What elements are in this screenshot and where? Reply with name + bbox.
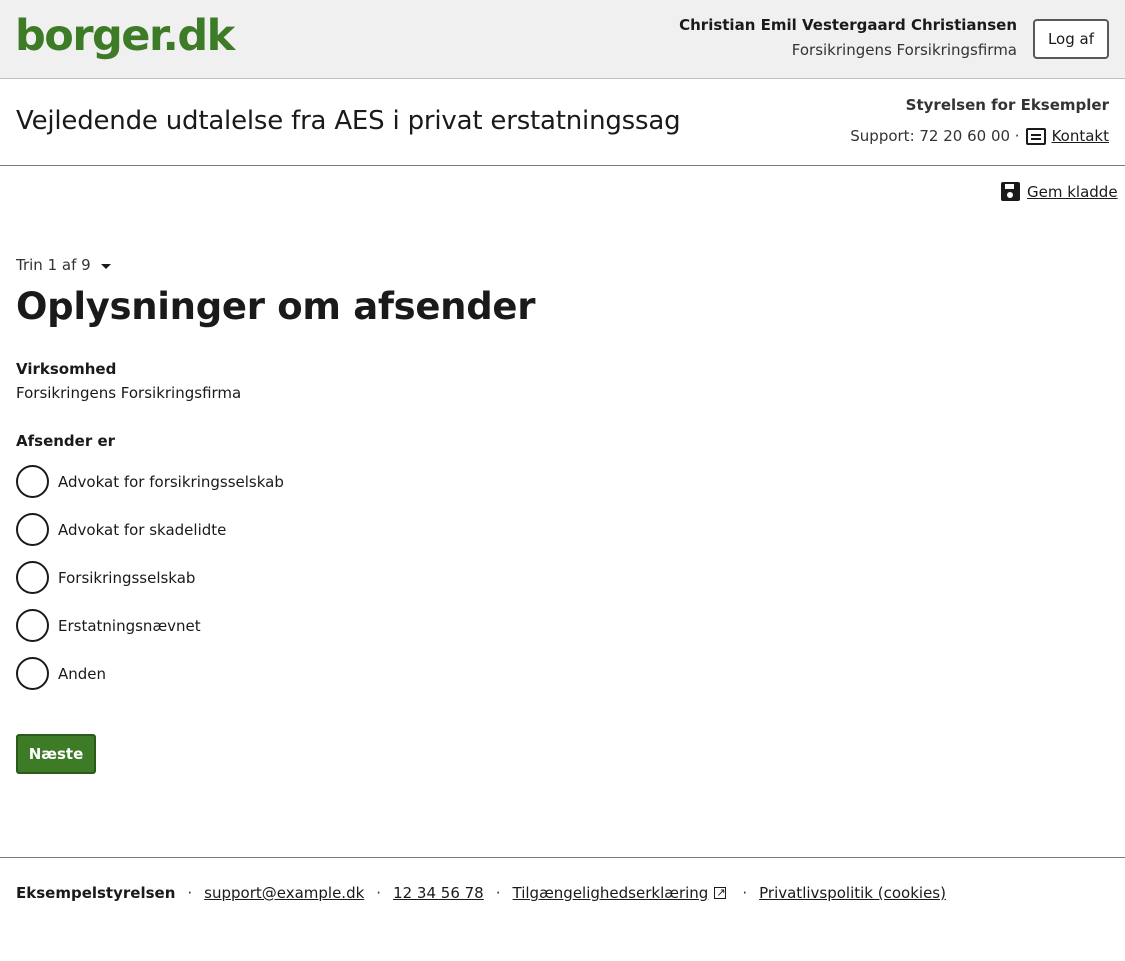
radio-option-insurance-company[interactable]: Forsikringsselskab bbox=[16, 561, 195, 594]
user-organization: Forsikringens Forsikringsfirma bbox=[791, 41, 1017, 59]
step-indicator[interactable]: Trin 1 af 9 bbox=[16, 254, 111, 276]
radio-button[interactable] bbox=[16, 609, 49, 642]
separator-dot: · bbox=[187, 884, 193, 902]
floppy-disk-icon bbox=[1001, 182, 1020, 201]
separator-dot: · bbox=[495, 884, 501, 902]
radio-option-compensation-board[interactable]: Erstatningsnævnet bbox=[16, 609, 201, 642]
radio-label[interactable]: Advokat for forsikringsselskab bbox=[58, 473, 284, 491]
radio-option-insurance-lawyer[interactable]: Advokat for forsikringsselskab bbox=[16, 465, 284, 498]
radio-label[interactable]: Forsikringsselskab bbox=[58, 569, 195, 587]
agency-name: Styrelsen for Eksempler bbox=[905, 96, 1109, 114]
company-label: Virksomhed bbox=[16, 360, 117, 378]
support-phone: Support: 72 20 60 00 · bbox=[850, 127, 1020, 145]
contact-form-icon bbox=[1025, 127, 1046, 145]
company-value: Forsikringens Forsikringsfirma bbox=[16, 384, 242, 402]
title-bar: Vejledende udtalelse fra AES i privat er… bbox=[0, 79, 1125, 166]
privacy-link[interactable]: Privatlivspolitik (cookies) bbox=[759, 882, 946, 904]
radio-button[interactable] bbox=[16, 657, 49, 690]
caret-down-icon[interactable] bbox=[100, 263, 111, 269]
logout-button[interactable]: Log af bbox=[1033, 19, 1109, 59]
radio-label[interactable]: Anden bbox=[58, 665, 106, 683]
section-title: Oplysninger om afsender bbox=[16, 285, 536, 328]
top-header: borger.dk Christian Emil Vestergaard Chr… bbox=[0, 0, 1125, 79]
borger-logo[interactable]: borger.dk bbox=[15, 9, 235, 63]
user-name: Christian Emil Vestergaard Christiansen bbox=[679, 16, 1017, 34]
contact-link[interactable]: Kontakt bbox=[1052, 125, 1109, 147]
support-line: Support: 72 20 60 00 · Kontakt bbox=[850, 125, 1109, 147]
footer-organization: Eksempelstyrelsen bbox=[16, 884, 176, 902]
step-label: Trin 1 af 9 bbox=[16, 256, 91, 274]
phone-link[interactable]: 12 34 56 78 bbox=[393, 882, 484, 904]
save-draft-label[interactable]: Gem kladde bbox=[1027, 183, 1118, 201]
radio-option-injured-lawyer[interactable]: Advokat for skadelidte bbox=[16, 513, 226, 546]
radio-label[interactable]: Erstatningsnævnet bbox=[58, 617, 201, 635]
footer-links: Eksempelstyrelsen · support@example.dk ·… bbox=[16, 882, 946, 904]
radio-button[interactable] bbox=[16, 513, 49, 546]
next-button[interactable]: Næste bbox=[16, 734, 96, 774]
support-email-link[interactable]: support@example.dk bbox=[204, 882, 364, 904]
save-draft-button[interactable]: Gem kladde bbox=[1001, 182, 1118, 201]
radio-option-other[interactable]: Anden bbox=[16, 657, 106, 690]
accessibility-link[interactable]: Tilgængelighedserklæring bbox=[513, 882, 709, 904]
radio-button[interactable] bbox=[16, 465, 49, 498]
radio-label[interactable]: Advokat for skadelidte bbox=[58, 521, 226, 539]
user-info: Christian Emil Vestergaard Christiansen … bbox=[679, 15, 1017, 64]
external-link-icon bbox=[714, 882, 727, 904]
separator-dot: · bbox=[742, 884, 748, 902]
page-title: Vejledende udtalelse fra AES i privat er… bbox=[16, 106, 681, 136]
separator-dot: · bbox=[376, 884, 382, 902]
sender-type-label: Afsender er bbox=[16, 432, 116, 450]
footer: Eksempelstyrelsen · support@example.dk ·… bbox=[0, 857, 1125, 961]
radio-button[interactable] bbox=[16, 561, 49, 594]
